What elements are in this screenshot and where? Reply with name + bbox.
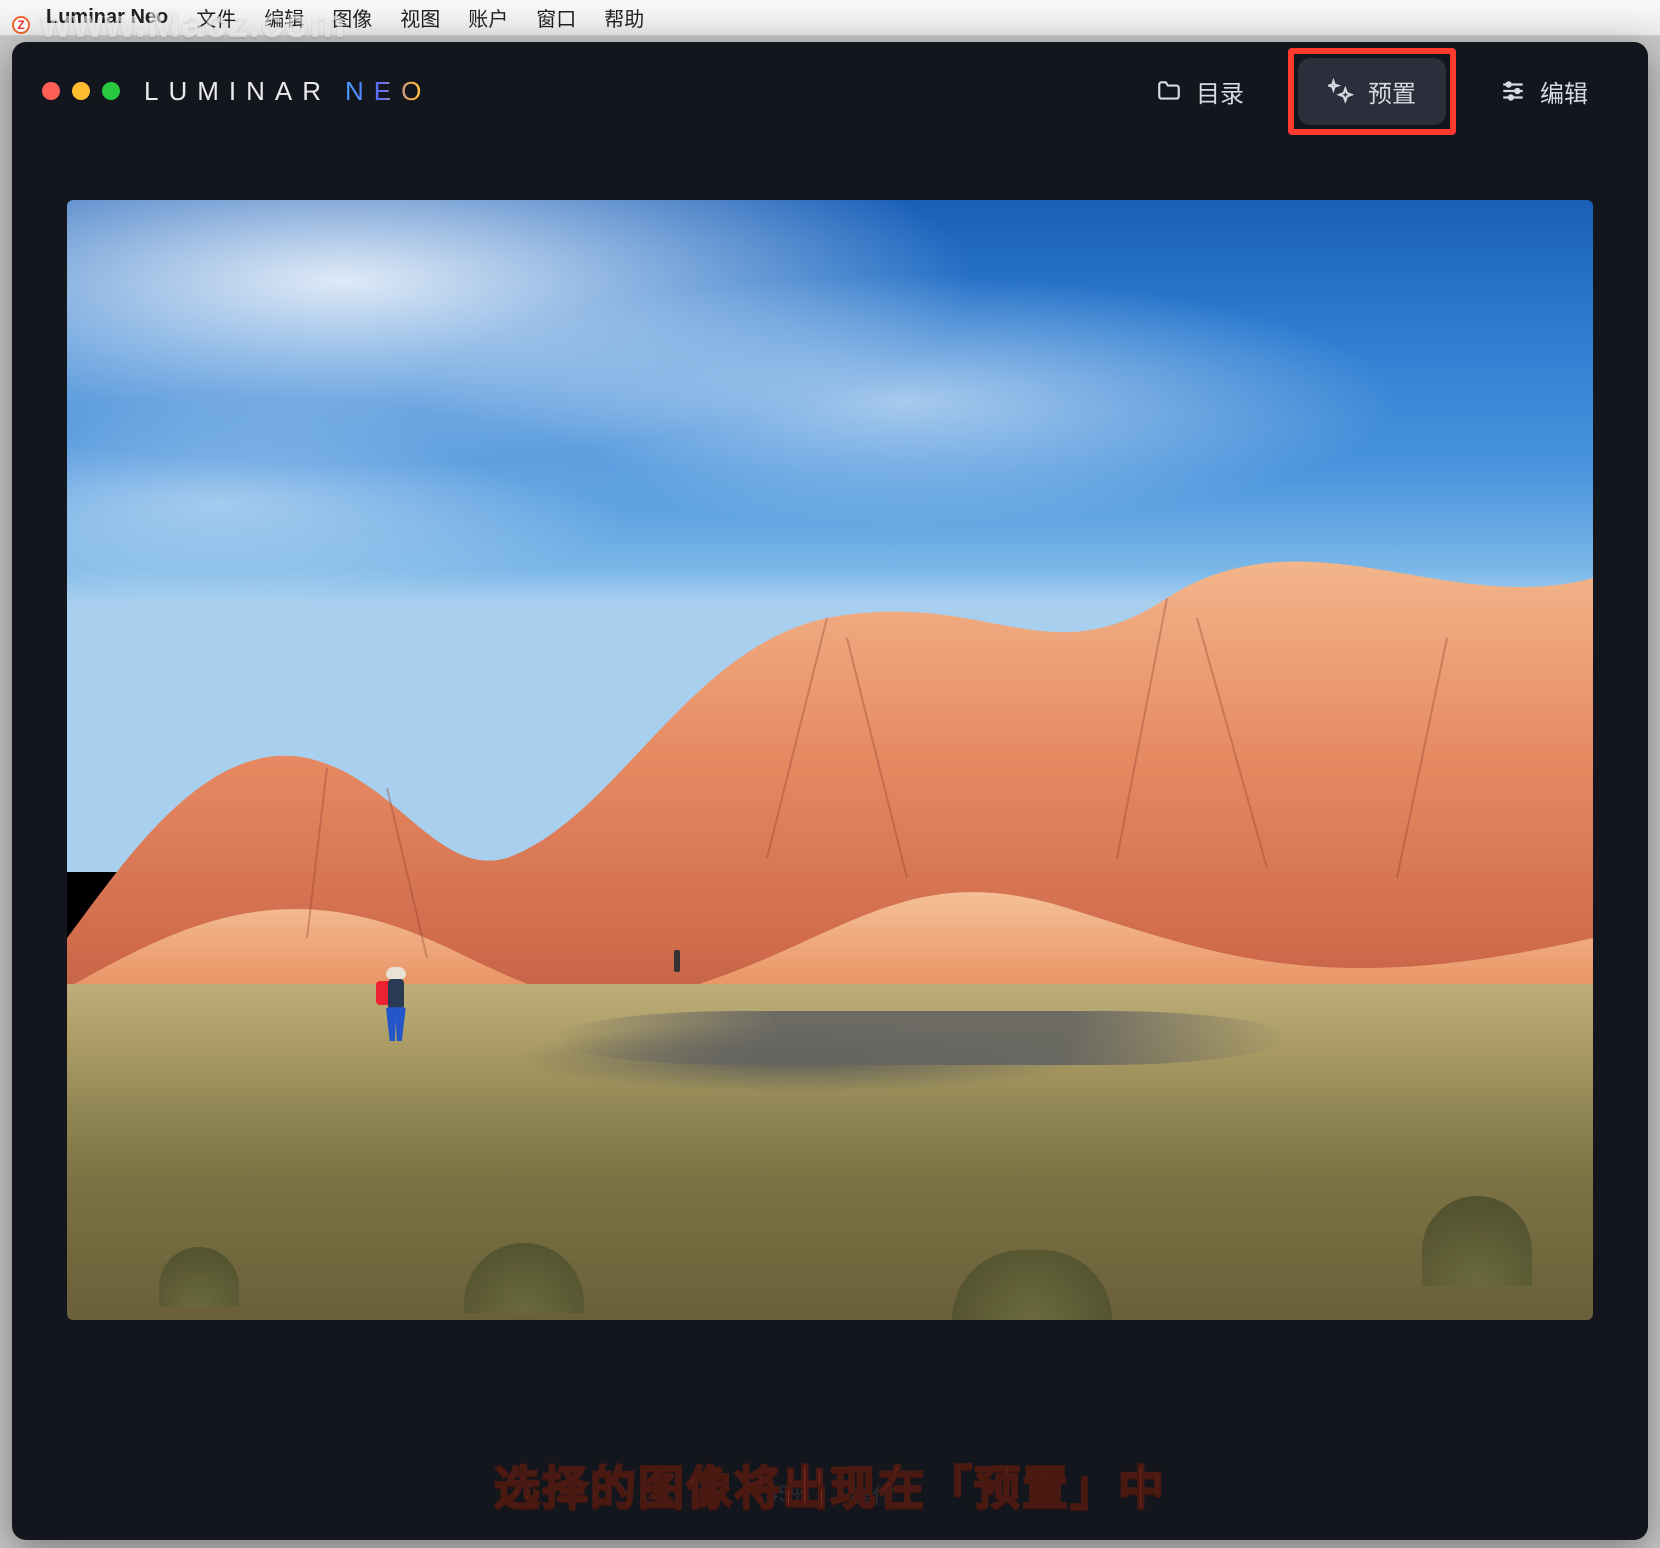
- tab-presets-label: 预置: [1368, 74, 1416, 109]
- window-controls: [42, 82, 120, 100]
- tab-presets[interactable]: 预置: [1298, 58, 1446, 125]
- tab-catalog[interactable]: 目录: [1126, 58, 1274, 125]
- window-close-button[interactable]: [42, 82, 60, 100]
- z-badge-icon: Z: [12, 16, 30, 34]
- app-logo: LUMINAR NEO: [144, 76, 431, 107]
- menu-file[interactable]: 文件: [196, 3, 236, 32]
- window-titlebar: LUMINAR NEO 目录 预置 编辑: [12, 42, 1648, 140]
- window-zoom-button[interactable]: [102, 82, 120, 100]
- mode-tabs: 目录 预置 编辑: [1126, 48, 1618, 135]
- tab-catalog-label: 目录: [1196, 74, 1244, 109]
- folder-icon: [1156, 78, 1182, 104]
- window-minimize-button[interactable]: [72, 82, 90, 100]
- image-person-figure: [380, 967, 412, 1045]
- tab-edit[interactable]: 编辑: [1470, 58, 1618, 125]
- macos-menubar: Z Luminar Neo 文件 编辑 图像 视图 账户 窗口 帮助: [0, 0, 1660, 36]
- image-ground-region: [67, 984, 1593, 1320]
- app-window: LUMINAR NEO 目录 预置 编辑: [12, 42, 1648, 1540]
- sparkle-icon: [1328, 78, 1354, 104]
- image-person-distant: [674, 950, 680, 972]
- tutorial-highlight: 预置: [1288, 48, 1456, 135]
- menu-image[interactable]: 图像: [332, 3, 372, 32]
- menu-account[interactable]: 账户: [468, 3, 508, 32]
- menubar-app-name[interactable]: Luminar Neo: [46, 6, 168, 29]
- menu-help[interactable]: 帮助: [604, 3, 644, 32]
- menu-edit[interactable]: 编辑: [264, 3, 304, 32]
- menu-view[interactable]: 视图: [400, 3, 440, 32]
- brand-word-2: NEO: [345, 76, 431, 107]
- tab-edit-label: 编辑: [1540, 74, 1588, 109]
- menu-window[interactable]: 窗口: [536, 3, 576, 32]
- image-canvas[interactable]: [67, 200, 1593, 1320]
- sliders-icon: [1500, 78, 1526, 104]
- tutorial-caption: 选择的图像将出现在「预置」中: [12, 1452, 1648, 1518]
- brand-word-1: LUMINAR: [144, 76, 331, 107]
